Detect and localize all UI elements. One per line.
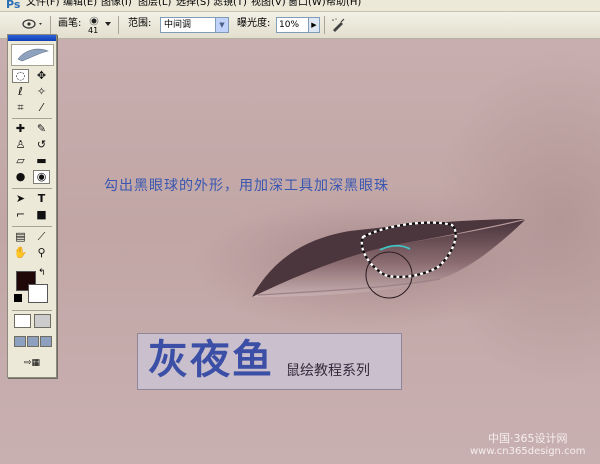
- toolbox-divider: [12, 226, 52, 227]
- options-divider: [118, 16, 119, 34]
- brush-icon[interactable]: ✎: [33, 122, 50, 136]
- brush-label: 画笔:: [58, 18, 82, 29]
- airbrush-icon[interactable]: [330, 17, 346, 33]
- hand-icon[interactable]: ✋: [12, 246, 29, 260]
- toolbox-divider: [12, 118, 52, 119]
- menu-file[interactable]: 文件(F): [26, 0, 60, 9]
- exposure-slider-arrow-icon[interactable]: ▶: [308, 17, 320, 33]
- notes-icon[interactable]: ▤: [12, 230, 29, 244]
- photoshop-logo-icon: Ps: [6, 0, 21, 11]
- eye-illustration: [190, 184, 590, 324]
- site-name: 中国·365设计网: [488, 432, 568, 445]
- menu-window[interactable]: 窗口(W): [288, 0, 326, 9]
- menu-layer[interactable]: 图层(L): [138, 0, 171, 9]
- jump-to-imageready-icon[interactable]: ⇨▦: [16, 357, 48, 369]
- zoom-icon[interactable]: ⚲: [33, 246, 50, 260]
- range-select[interactable]: 中间调 ▼: [160, 17, 229, 33]
- range-label: 范围:: [128, 18, 152, 29]
- full-screen-menu-button[interactable]: [27, 336, 39, 347]
- burn-icon[interactable]: ◉: [33, 170, 50, 184]
- watermark-title: 灰夜鱼: [148, 337, 274, 383]
- toolbox-divider: [12, 310, 52, 311]
- chevron-down-icon[interactable]: ▼: [215, 18, 228, 32]
- options-divider: [50, 16, 51, 34]
- menu-image[interactable]: 图像(I): [101, 0, 132, 9]
- exposure-value: 10%: [279, 20, 300, 30]
- menu-help[interactable]: 帮助(H): [326, 0, 361, 9]
- crop-icon[interactable]: ⌗: [12, 101, 29, 115]
- slice-icon[interactable]: ⁄: [33, 101, 50, 115]
- brush-size: 41: [88, 26, 99, 35]
- watermark-subtitle: 鼠绘教程系列: [286, 363, 370, 379]
- watermark-box: 灰夜鱼 鼠绘教程系列: [137, 333, 402, 390]
- type-icon[interactable]: T: [33, 192, 50, 206]
- background-color-swatch[interactable]: [28, 284, 48, 303]
- toolbox-panel: ◌ ✥ ℓ ✧ ⌗ ⁄ ✚ ✎ ♙ ↺ ▱ ▬ ● ◉ ➤ T ⌐ ■ ▤ ⟋ …: [7, 34, 57, 378]
- healing-brush-icon[interactable]: ✚: [12, 122, 29, 136]
- path-select-icon[interactable]: ➤: [12, 192, 29, 206]
- feather-logo-icon[interactable]: [11, 44, 54, 66]
- history-brush-icon[interactable]: ↺: [33, 138, 50, 152]
- document-canvas[interactable]: 勾出黑眼球的外形，用加深工具加深黑眼珠: [0, 39, 600, 464]
- move-icon[interactable]: ✥: [33, 69, 50, 83]
- burn-tool-preset-icon[interactable]: [20, 15, 46, 33]
- magic-wand-icon[interactable]: ✧: [33, 85, 50, 99]
- instruction-text: 勾出黑眼球的外形，用加深工具加深黑眼珠: [104, 178, 389, 194]
- menu-filter[interactable]: 滤镜(T): [213, 0, 247, 9]
- default-colors-icon[interactable]: [14, 294, 22, 302]
- range-value: 中间调: [164, 20, 192, 30]
- blur-icon[interactable]: ●: [12, 170, 29, 184]
- clone-stamp-icon[interactable]: ♙: [12, 138, 29, 152]
- swap-colors-icon[interactable]: ↰: [38, 268, 46, 278]
- menu-view[interactable]: 视图(V): [251, 0, 286, 9]
- pen-icon[interactable]: ⌐: [12, 208, 29, 222]
- menu-select[interactable]: 选择(S): [176, 0, 210, 9]
- gradient-icon[interactable]: ▬: [33, 154, 50, 168]
- standard-screen-button[interactable]: [14, 336, 26, 347]
- lasso-icon[interactable]: ℓ: [12, 85, 29, 99]
- marquee-icon[interactable]: ◌: [12, 69, 29, 83]
- toolbox-divider: [12, 188, 52, 189]
- toolbox-titlebar[interactable]: [8, 35, 56, 41]
- site-url: www.cn365design.com: [470, 446, 586, 457]
- eraser-icon[interactable]: ▱: [12, 154, 29, 168]
- full-screen-button[interactable]: [40, 336, 52, 347]
- quick-mask-button[interactable]: [34, 314, 51, 328]
- eyedropper-icon[interactable]: ⟋: [33, 230, 50, 244]
- exposure-input[interactable]: 10%: [276, 17, 310, 33]
- standard-mode-button[interactable]: [14, 314, 31, 328]
- menu-bar: Ps 文件(F) 编辑(E) 图像(I) 图层(L) 选择(S) 滤镜(T) 视…: [0, 0, 600, 12]
- shape-icon[interactable]: ■: [33, 208, 50, 222]
- dropdown-arrow-icon[interactable]: [104, 21, 112, 27]
- options-divider: [324, 16, 325, 34]
- exposure-label: 曝光度:: [237, 18, 271, 29]
- menu-edit[interactable]: 编辑(E): [63, 0, 97, 9]
- options-bar: 画笔: 41 范围: 中间调 ▼ 曝光度: 10% ▶: [0, 12, 600, 39]
